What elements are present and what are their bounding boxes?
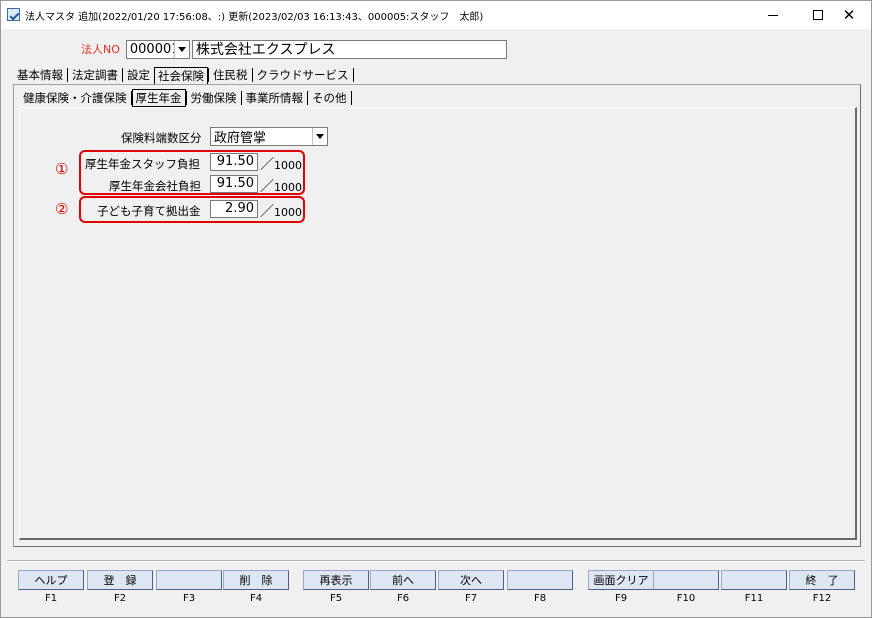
corp-name-field[interactable]: 株式会社エクスプレス xyxy=(191,39,507,59)
tab-divider xyxy=(352,68,354,82)
fkey-button-f12[interactable]: 終 了 xyxy=(789,570,855,590)
company-burden-unit: ／1000 xyxy=(260,179,302,195)
tab-cloud-service[interactable]: クラウドサービス xyxy=(253,67,353,83)
fkey-button-f2[interactable]: 登 録 xyxy=(87,570,153,590)
rounding-value: 政府管掌 xyxy=(214,131,267,146)
fkey-label-f4: F4 xyxy=(249,593,263,604)
company-burden-input[interactable]: 91.50 xyxy=(210,175,258,193)
tab-settings[interactable]: 設定 xyxy=(123,67,154,83)
fkey-label-f9: F9 xyxy=(614,593,628,604)
rounding-dropdown-button[interactable] xyxy=(312,128,327,145)
app-icon xyxy=(7,8,20,21)
fkey-button-f11[interactable] xyxy=(721,570,787,590)
chevron-down-icon xyxy=(177,46,186,52)
fkey-label-f3: F3 xyxy=(182,593,196,604)
fkey-button-f7[interactable]: 次へ xyxy=(438,570,504,590)
fkey-button-f4[interactable]: 削 除 xyxy=(223,570,289,590)
tab-office-info[interactable]: 事業所情報 xyxy=(242,90,308,106)
corp-row: 法人NO 000001 株式会社エクスプレス xyxy=(81,39,507,59)
child-contribution-input[interactable]: 2.90 xyxy=(210,200,258,218)
tab-legal-reports[interactable]: 法定調書 xyxy=(68,67,122,83)
title-bar[interactable]: 法人マスタ 追加(2022/01/20 17:56:08、:) 更新(2023/… xyxy=(1,1,871,29)
main-tabs: 基本情報 法定調書 設定 社会保険 住民税 クラウドサービス xyxy=(17,66,354,84)
fkey-label-f7: F7 xyxy=(464,593,478,604)
close-button[interactable]: ✕ xyxy=(827,1,871,29)
tab-health-insurance[interactable]: 健康保険・介護保険 xyxy=(23,90,131,106)
sub-tabs: 健康保険・介護保険 厚生年金 労働保険 事業所情報 その他 xyxy=(23,89,352,107)
app-window: 法人マスタ 追加(2022/01/20 17:56:08、:) 更新(2023/… xyxy=(0,0,872,618)
rounding-select[interactable]: 政府管掌 xyxy=(210,127,328,146)
tab-social-insurance[interactable]: 社会保険 xyxy=(154,66,208,84)
company-burden-label: 厚生年金会社負担 xyxy=(109,179,201,193)
corp-no-dropdown-button[interactable] xyxy=(173,40,189,58)
fkey-button-f8[interactable] xyxy=(507,570,573,590)
chevron-down-icon xyxy=(316,134,324,139)
tab-basic-info[interactable]: 基本情報 xyxy=(17,67,67,83)
corp-no-select[interactable]: 000001 xyxy=(125,39,190,59)
maximize-icon xyxy=(813,10,823,20)
marker-1: ① xyxy=(55,160,69,178)
child-contribution-label: 子ども子育て拠出金 xyxy=(97,204,201,218)
staff-burden-unit: ／1000 xyxy=(260,157,302,173)
fkey-label-f1: F1 xyxy=(44,593,58,604)
tab-other[interactable]: その他 xyxy=(308,90,351,106)
fkey-button-f9[interactable]: 画面クリア xyxy=(588,570,654,590)
corp-name-value: 株式会社エクスプレス xyxy=(195,42,336,58)
fkey-label-f2: F2 xyxy=(113,593,127,604)
child-contribution-unit: ／1000 xyxy=(260,204,302,220)
corp-no-label: 法人NO xyxy=(81,43,120,56)
tab-divider xyxy=(350,91,352,105)
window-title: 法人マスタ 追加(2022/01/20 17:56:08、:) 更新(2023/… xyxy=(25,12,484,23)
fkey-button-f1[interactable]: ヘルプ xyxy=(18,570,84,590)
fkey-button-f3[interactable] xyxy=(156,570,222,590)
staff-burden-label: 厚生年金スタッフ負担 xyxy=(85,157,200,171)
divider xyxy=(7,561,865,562)
fkey-label-f5: F5 xyxy=(329,593,343,604)
corp-no-value: 000001 xyxy=(129,41,180,57)
fkey-button-f5[interactable]: 再表示 xyxy=(303,570,369,590)
fkey-label-f12: F12 xyxy=(812,593,832,604)
fkey-label-f6: F6 xyxy=(396,593,410,604)
staff-burden-input[interactable]: 91.50 xyxy=(210,153,258,171)
minimize-icon xyxy=(768,14,778,16)
tab-welfare-pension[interactable]: 厚生年金 xyxy=(131,89,186,107)
close-icon: ✕ xyxy=(842,5,856,24)
minimize-button[interactable] xyxy=(751,1,795,29)
fkey-label-f8: F8 xyxy=(533,593,547,604)
fkey-label-f10: F10 xyxy=(676,593,696,604)
marker-2: ② xyxy=(55,200,69,218)
tab-labor-insurance[interactable]: 労働保険 xyxy=(187,90,241,106)
rounding-label: 保険料端数区分 xyxy=(121,131,202,145)
fkey-label-f11: F11 xyxy=(744,593,764,604)
fkey-button-f6[interactable]: 前へ xyxy=(370,570,436,590)
fkey-button-f10[interactable] xyxy=(653,570,719,590)
tab-resident-tax[interactable]: 住民税 xyxy=(209,67,252,83)
